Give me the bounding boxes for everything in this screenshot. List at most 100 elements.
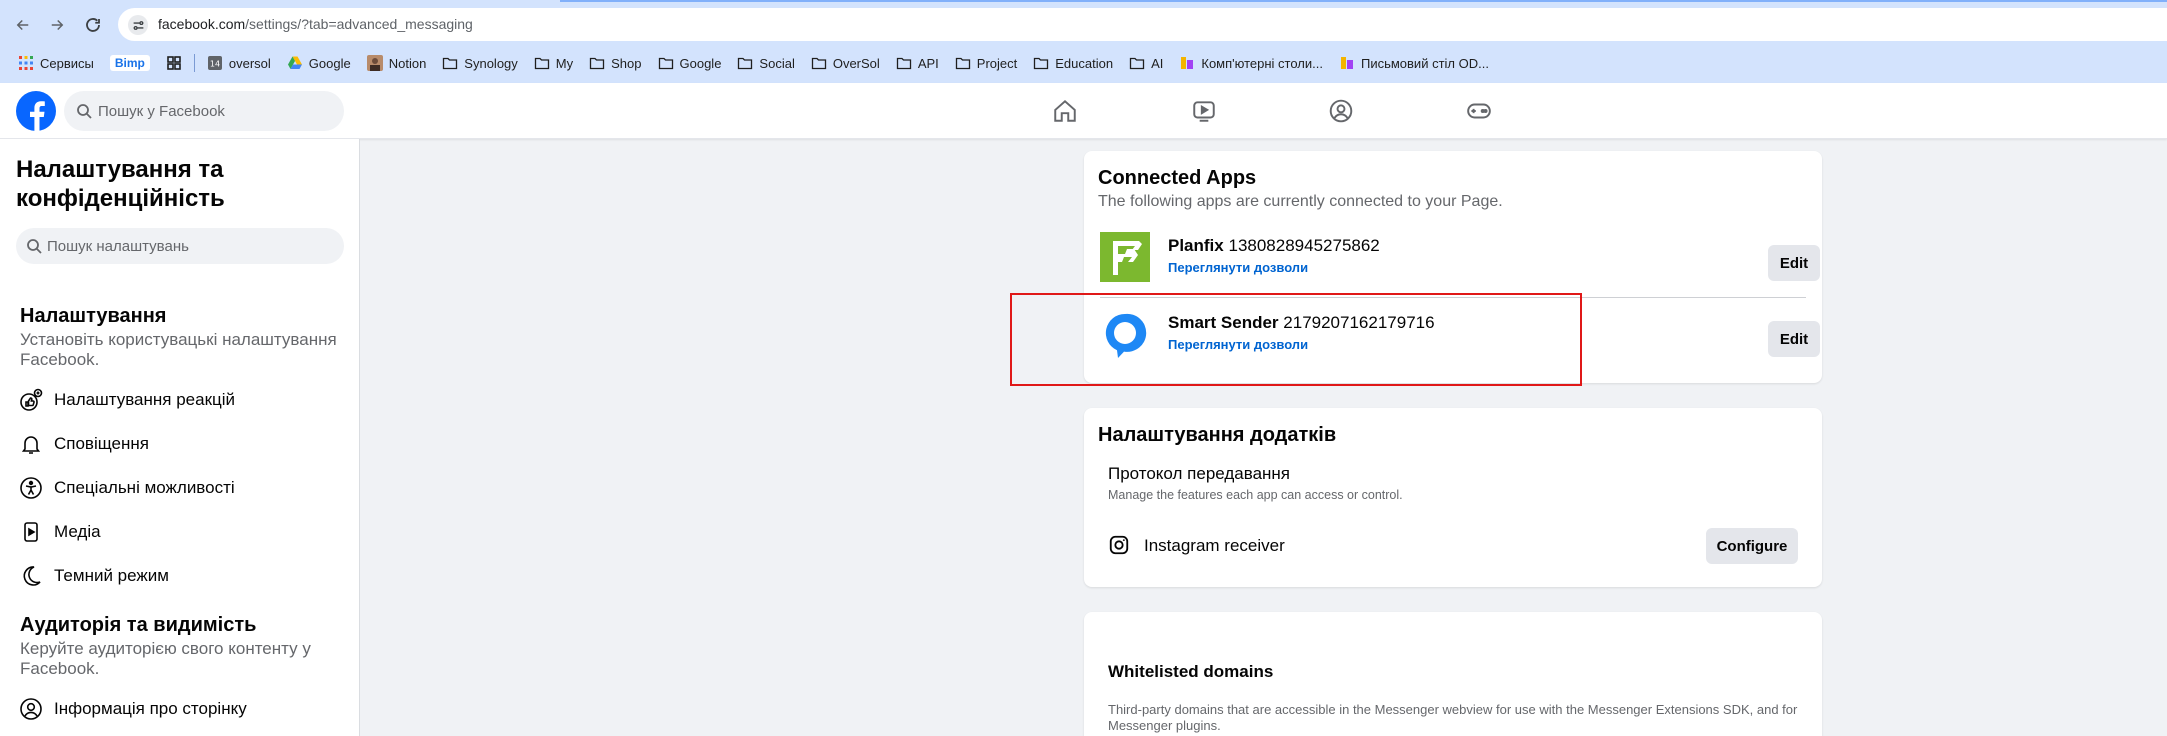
- bookmark-item[interactable]: Notion: [359, 50, 435, 76]
- shop-favicon-icon: [1339, 55, 1355, 71]
- bookmark-label: OverSol: [832, 55, 880, 71]
- sidebar-item-media[interactable]: Медіа: [18, 514, 348, 550]
- bookmark-item[interactable]: Shop: [581, 50, 649, 76]
- search-icon: [27, 239, 42, 254]
- sidebar-item-label: Сповіщення: [54, 434, 149, 453]
- bookmark-label: Notion: [388, 55, 427, 71]
- bookmark-label: Education: [1055, 55, 1114, 71]
- site-settings-icon[interactable]: [128, 15, 148, 35]
- sidebar-item-accessibility[interactable]: Спеціальні можливості: [18, 470, 348, 506]
- sidebar-item-label: Інформація про сторінку: [54, 699, 247, 718]
- bookmark-label: My: [555, 55, 574, 71]
- back-button[interactable]: [10, 12, 36, 38]
- sidebar-item-dark-mode[interactable]: Темний режим: [18, 558, 348, 594]
- address-bar-row: facebook.com/settings/?tab=advanced_mess…: [0, 4, 2167, 44]
- facebook-logo-icon[interactable]: [16, 91, 56, 131]
- folder-icon: [1033, 55, 1049, 71]
- folder-icon: [442, 55, 458, 71]
- bookmark-label: Сервисы: [40, 55, 94, 71]
- active-tab-indicator: [560, 0, 2167, 2]
- edit-button[interactable]: Edit: [1768, 245, 1820, 281]
- folder-icon: [658, 55, 674, 71]
- bookmark-label: Google: [308, 55, 351, 71]
- bookmark-item[interactable]: API: [888, 50, 947, 76]
- app-name: Planfix 1380828945275862: [1168, 236, 1380, 256]
- bookmark-item[interactable]: Project: [947, 50, 1025, 76]
- whitelist-description: Third-party domains that are accessible …: [1108, 702, 1798, 733]
- whitelisted-domains-card: Whitelisted domains Third-party domains …: [1084, 612, 1822, 736]
- profile-icon: [18, 696, 44, 722]
- bookmark-label: API: [917, 55, 939, 71]
- settings-sidebar: Налаштування та конфіденційність Налашту…: [0, 139, 360, 736]
- instagram-receiver-label: Instagram receiver: [1144, 536, 1285, 555]
- calendar-14-icon: 14: [207, 55, 223, 71]
- facebook-search[interactable]: [64, 91, 344, 131]
- highlight-annotation-box: [1010, 293, 1582, 386]
- sidebar-title: Налаштування та конфіденційність: [16, 156, 225, 212]
- section-description: Керуйте аудиторією свого контенту у Face…: [20, 639, 311, 678]
- instagram-icon: [1109, 535, 1129, 555]
- bookmark-item[interactable]: [158, 50, 190, 76]
- bookmark-item[interactable]: Synology: [434, 50, 525, 76]
- facebook-header: [0, 83, 2167, 139]
- bookmark-separator: [193, 54, 195, 72]
- nav-home[interactable]: [1041, 91, 1089, 131]
- browser-chrome: facebook.com/settings/?tab=advanced_mess…: [0, 0, 2167, 83]
- grid-icon: [166, 55, 182, 71]
- bookmark-label: AI: [1151, 55, 1164, 71]
- folder-icon: [955, 55, 971, 71]
- bookmark-label: Social: [759, 55, 795, 71]
- bookmark-item[interactable]: Bimp: [102, 50, 158, 76]
- bimp-badge-icon: Bimp: [109, 55, 150, 71]
- settings-search-input[interactable]: [47, 228, 337, 264]
- app-id: 1380828945275862: [1228, 236, 1380, 255]
- section-heading: Налаштування: [20, 305, 167, 327]
- app-title: Planfix: [1168, 236, 1224, 255]
- protocol-description: Manage the features each app can access …: [1108, 488, 1403, 502]
- section-heading: Аудиторія та видимість: [20, 614, 257, 636]
- nav-video[interactable]: [1180, 91, 1228, 131]
- facebook-search-input[interactable]: [98, 91, 338, 131]
- bookmark-label: Письмовий стіл OD...: [1360, 55, 1489, 71]
- gamepad-icon: [1467, 103, 1491, 119]
- google-drive-icon: [287, 55, 303, 71]
- bookmark-item[interactable]: My: [526, 50, 581, 76]
- sidebar-item-notifications[interactable]: Сповіщення: [18, 426, 348, 462]
- reload-button[interactable]: [80, 12, 106, 38]
- bookmark-label: oversol: [228, 55, 271, 71]
- bookmark-item[interactable]: Social: [729, 50, 802, 76]
- home-icon: [1054, 99, 1076, 122]
- bookmark-item[interactable]: AI: [1121, 50, 1171, 76]
- configure-button[interactable]: Configure: [1706, 528, 1798, 564]
- bookmark-item[interactable]: OverSol: [803, 50, 888, 76]
- shop-favicon-icon: [1179, 55, 1195, 71]
- moon-icon: [18, 563, 44, 589]
- card-title: Connected Apps: [1098, 167, 1257, 189]
- bookmark-item[interactable]: Education: [1025, 50, 1121, 76]
- bookmark-item[interactable]: Письмовий стіл OD...: [1331, 50, 1497, 76]
- nav-groups[interactable]: [1317, 91, 1365, 131]
- bookmark-item[interactable]: Google: [650, 50, 730, 76]
- folder-icon: [896, 55, 912, 71]
- bookmark-item[interactable]: Комп'ютерні столи...: [1171, 50, 1331, 76]
- sidebar-item-reactions[interactable]: Налаштування реакцій: [18, 382, 348, 418]
- bookmark-item[interactable]: Сервисы: [10, 50, 102, 76]
- section-description: Установіть користувацькі налаштування Fa…: [20, 330, 337, 369]
- forward-button[interactable]: [44, 12, 70, 38]
- accessibility-icon: [18, 475, 44, 501]
- settings-search[interactable]: [16, 228, 344, 264]
- sidebar-item-page-info[interactable]: Інформація про сторінку: [18, 691, 348, 727]
- sidebar-item-label: Темний режим: [54, 566, 169, 585]
- bookmark-item[interactable]: 14 oversol: [199, 50, 279, 76]
- arrow-left-icon: [16, 19, 29, 31]
- bell-icon: [18, 431, 44, 457]
- bookmark-item[interactable]: Google: [279, 50, 359, 76]
- app-settings-card: Налаштування додатків Протокол передаван…: [1084, 408, 1822, 587]
- nav-gaming[interactable]: [1455, 91, 1503, 131]
- address-bar[interactable]: facebook.com/settings/?tab=advanced_mess…: [118, 8, 2167, 41]
- bookmark-label: Project: [976, 55, 1018, 71]
- edit-button[interactable]: Edit: [1768, 321, 1820, 357]
- arrow-right-icon: [51, 19, 64, 31]
- apps-grid-icon: [18, 55, 34, 71]
- view-permissions-link[interactable]: Переглянути дозволи: [1168, 260, 1308, 275]
